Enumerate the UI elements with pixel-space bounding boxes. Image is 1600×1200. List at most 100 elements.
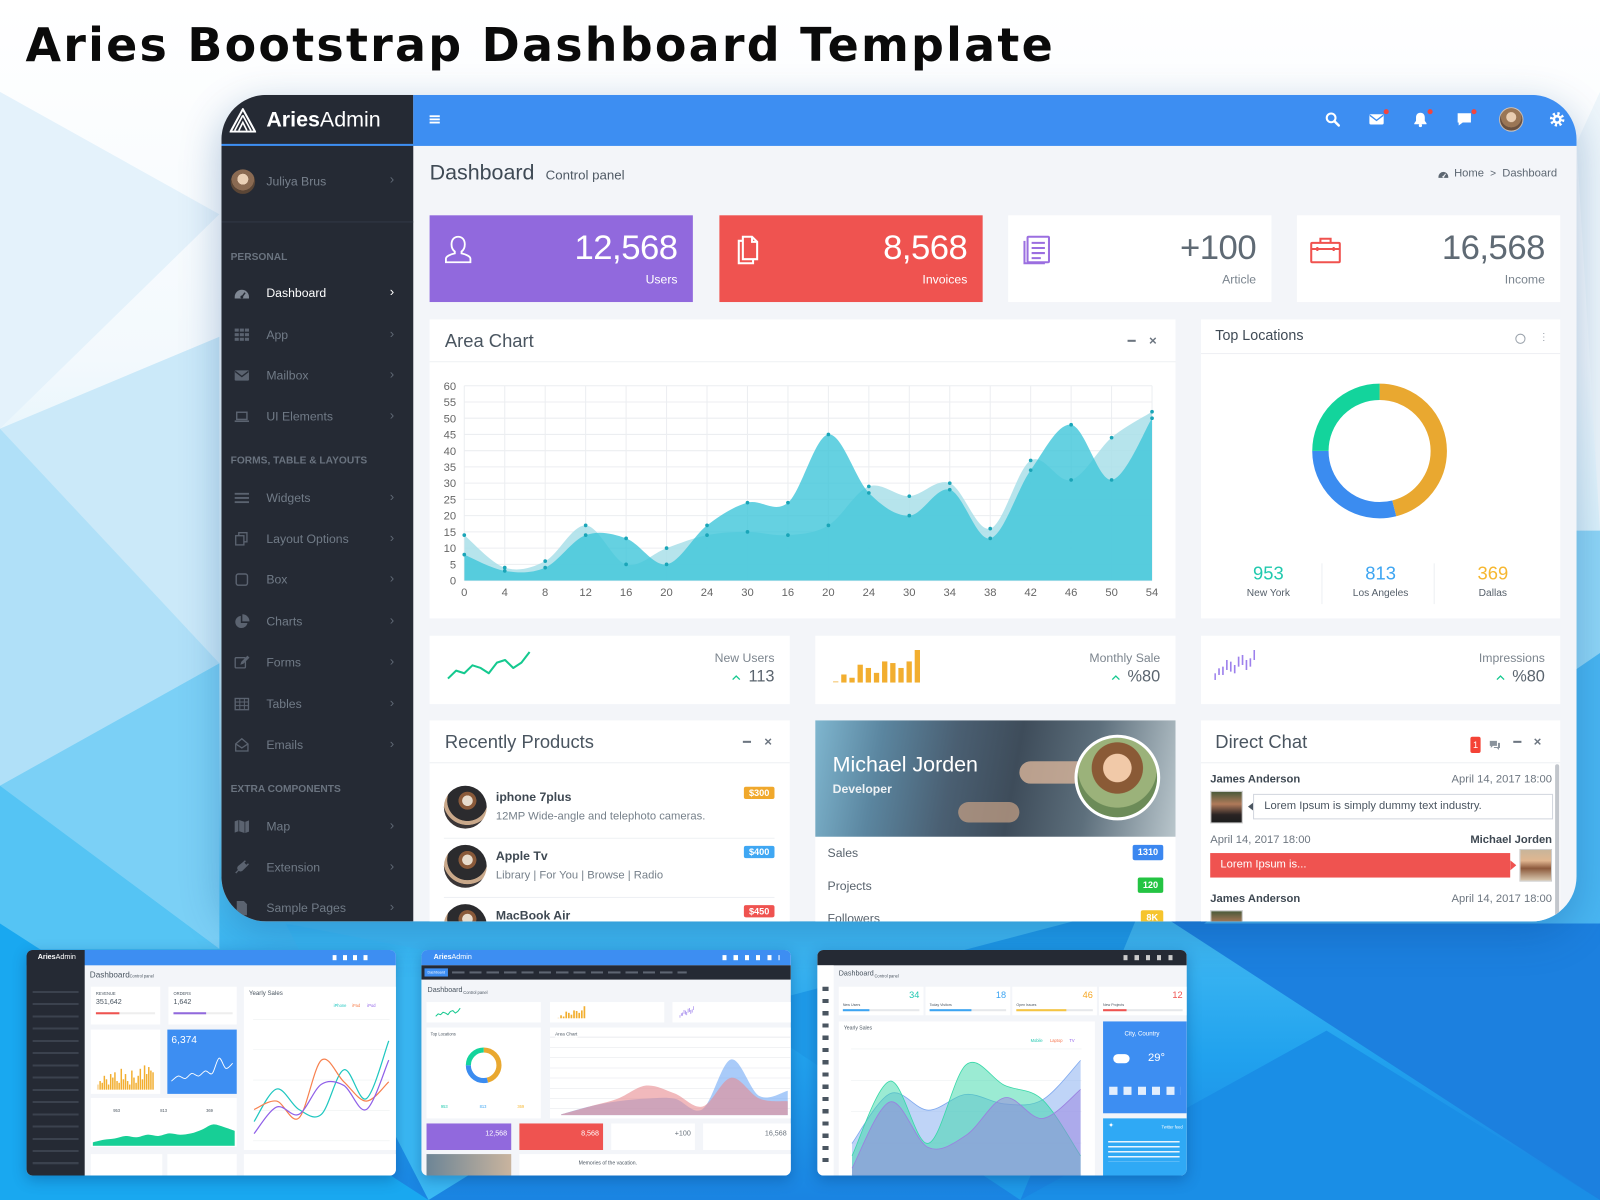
divider [443, 837, 775, 839]
thumb-topbar-icons [722, 955, 780, 961]
sidebar-item-map[interactable]: Map › [221, 806, 413, 847]
thumb-cloud-icon [1113, 1054, 1130, 1064]
preview-thumbnail-1[interactable]: AriesAdmin Dashboard Control panel REVEN… [26, 949, 396, 1176]
sparkline-bar [1218, 668, 1220, 675]
mini-stat-value-row: %80 [1496, 668, 1545, 686]
chevron-right-icon[interactable]: › [390, 171, 394, 187]
mini-stat-label: Monthly Sale [1089, 651, 1161, 666]
thumb-stat-card: +100 [611, 1123, 695, 1150]
sidebar-item-dashboard[interactable]: Dashboard › [221, 272, 413, 313]
close-icon[interactable]: × [764, 734, 772, 750]
thumb-location-value: 953 [440, 1104, 448, 1110]
close-icon[interactable]: × [1149, 333, 1157, 349]
mini-stat-monthly-sale[interactable]: Monthly Sale %80 [815, 635, 1176, 705]
sidebar-item-extension[interactable]: Extension › [221, 847, 413, 888]
data-point [947, 481, 952, 485]
chat-sender: Michael Jorden [1470, 833, 1553, 846]
preview-thumbnail-3[interactable]: Dashboard Control panel 34 New Users 18 … [817, 949, 1187, 1176]
chat-bubbles-icon[interactable] [1489, 740, 1501, 750]
thumb-progress [929, 1009, 1007, 1011]
data-point [624, 536, 628, 541]
bell-icon[interactable] [1412, 111, 1428, 128]
chat-scrollbar[interactable] [1555, 764, 1560, 922]
sidebar-item-emails[interactable]: Emails › [221, 724, 413, 765]
stat-card-income[interactable]: 16,568 Income [1296, 215, 1561, 303]
sidebar-item-tables[interactable]: Tables › [221, 684, 413, 725]
more-vertical-icon[interactable]: ⋮ [1539, 331, 1549, 345]
chat-message-bubble: Lorem Ipsum is... [1210, 853, 1511, 878]
dashboard-icon [234, 285, 250, 301]
location-value: 813 [1365, 563, 1396, 584]
hamburger-icon[interactable] [427, 111, 443, 127]
sidebar-item-forms[interactable]: Forms › [221, 642, 413, 683]
preview-thumbnail-2[interactable]: AriesAdmin Dashboard Dashboard Control p… [421, 949, 791, 1176]
recent-products-panel: Recently Products × iphone 7plus 12MP Wi… [429, 720, 790, 922]
page-title: Aries Bootstrap Dashboard Template [25, 18, 1055, 73]
thumb-location-value: 369 [517, 1104, 525, 1110]
minimize-icon[interactable] [742, 740, 752, 743]
breadcrumb-separator: > [1490, 167, 1497, 180]
data-point [988, 526, 993, 531]
sidebar-item-charts[interactable]: Charts › [221, 601, 413, 642]
apps-grid-icon [234, 327, 250, 343]
product-name[interactable]: iphone 7plus [496, 790, 572, 804]
sparkline-bar [849, 677, 855, 683]
refresh-icon[interactable] [1515, 333, 1526, 344]
close-icon[interactable]: × [1534, 734, 1542, 750]
thumb-panel-title: Yearly Sales [248, 990, 283, 997]
profile-avatar[interactable] [1074, 734, 1161, 821]
stat-card-users[interactable]: 12,568 Users [429, 215, 693, 303]
mini-stat-value-row: %80 [1111, 668, 1160, 686]
thumb-page-views-line [171, 1057, 233, 1082]
product-name[interactable]: MacBook Air [496, 908, 570, 921]
data-point [1109, 478, 1114, 482]
stat-card-article[interactable]: +100 Article [1008, 215, 1272, 303]
logo[interactable]: AriesAdmin [221, 95, 414, 146]
mail-icon[interactable] [1368, 111, 1384, 127]
breadcrumb-home[interactable]: Home [1454, 167, 1484, 179]
divider [1321, 563, 1323, 605]
sidebar-item-ui-elements[interactable]: UI Elements › [221, 396, 413, 437]
thumb-page-title: Dashboard [89, 970, 130, 980]
mini-stat-impressions[interactable]: Impressions %80 [1201, 635, 1561, 705]
data-point [867, 491, 871, 495]
sidebar-item-app[interactable]: App › [221, 314, 413, 355]
user-avatar[interactable] [1498, 107, 1524, 132]
data-point [1150, 409, 1154, 414]
stat-card-invoices[interactable]: 8,568 Invoices [719, 215, 983, 303]
gear-icon[interactable] [1549, 111, 1565, 127]
thumb-stat-card: 16,568 [703, 1123, 791, 1150]
y-tick-label: 0 [450, 576, 456, 588]
price-badge: $400 [743, 845, 775, 859]
x-tick-label: 20 [660, 587, 672, 599]
sidebar-item-layout-options[interactable]: Layout Options › [221, 518, 413, 559]
user-name[interactable]: Juliya Brus [266, 174, 326, 188]
product-name[interactable]: Apple Tv [496, 849, 548, 863]
minimize-icon[interactable] [1513, 740, 1522, 743]
product-image [443, 904, 487, 922]
mini-stat-new-users[interactable]: New Users 113 [429, 635, 790, 705]
user-avatar[interactable] [230, 169, 256, 194]
panel-header: Recently Products × [429, 720, 790, 764]
sidebar-item-mailbox[interactable]: Mailbox › [221, 355, 413, 396]
divider [1433, 563, 1435, 605]
thumb-location-value: 369 [206, 1108, 213, 1114]
thumb-analytics-bar [101, 1082, 103, 1090]
chat-icon[interactable] [1456, 111, 1472, 127]
sidebar-item-widgets[interactable]: Widgets › [221, 478, 413, 519]
chat-sender: James Anderson [1210, 773, 1301, 786]
x-tick-label: 20 [822, 587, 834, 599]
sidebar-item-sample-pages[interactable]: Sample Pages › [221, 888, 413, 922]
edit-icon [234, 654, 250, 670]
chat-notification-dot [1471, 109, 1477, 115]
stat-value: 8,568 [883, 228, 968, 268]
thumb-brand-light: Admin [55, 954, 76, 962]
search-icon[interactable] [1324, 111, 1340, 127]
brand-name: AriesAdmin [266, 107, 380, 134]
sparkline-bar [1214, 673, 1216, 680]
thumb1-analytics-area-1 [92, 1124, 235, 1146]
thumb-page-title: Dashboard [838, 970, 874, 978]
minimize-icon[interactable] [1127, 339, 1136, 342]
sparkline-bar [1229, 661, 1232, 672]
sidebar-item-box[interactable]: Box › [221, 559, 413, 600]
